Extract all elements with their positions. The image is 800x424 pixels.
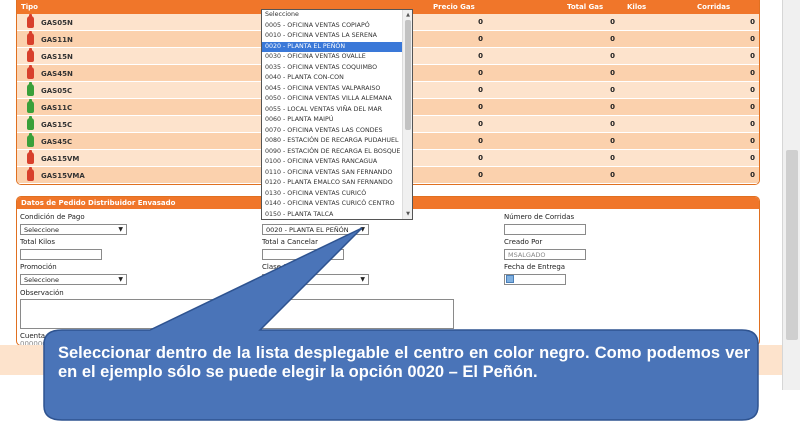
page: Tipo Precio Gas Total Gas Kilos Corridas… (0, 0, 800, 424)
callout-text: Seleccionar dentro de la lista desplegab… (58, 344, 750, 381)
